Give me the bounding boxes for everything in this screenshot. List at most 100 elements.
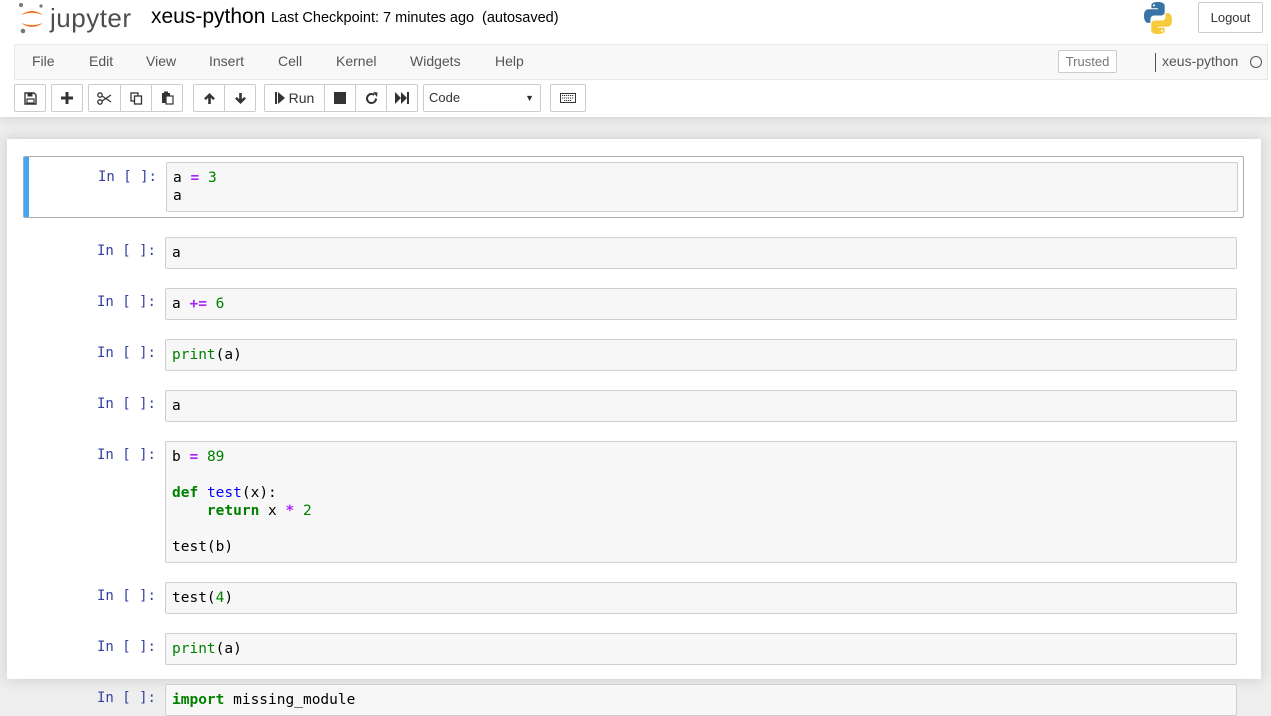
move-up-button[interactable] xyxy=(193,84,225,112)
menu-kernel[interactable]: Kernel xyxy=(336,45,376,79)
python-kernel-logo-icon xyxy=(1144,2,1172,35)
command-palette-button[interactable] xyxy=(550,84,586,112)
run-all-button[interactable] xyxy=(386,84,418,112)
input-prompt: In [ ]: xyxy=(96,396,156,412)
trusted-badge[interactable]: Trusted xyxy=(1058,50,1117,73)
kernel-name: xeus-python xyxy=(1162,53,1239,69)
insert-group xyxy=(51,84,83,112)
code-line: return x * 2 xyxy=(206,503,312,519)
input-prompt: In [ ]: xyxy=(96,690,156,706)
save-icon xyxy=(23,91,37,105)
command-palette-group xyxy=(550,84,586,112)
code-cell[interactable]: In [ ]: print(a) xyxy=(23,633,1244,665)
restart-button[interactable] xyxy=(355,84,387,112)
move-group xyxy=(193,84,256,112)
input-prompt: In [ ]: xyxy=(97,169,157,185)
menu-widgets[interactable]: Widgets xyxy=(410,45,461,79)
code-cell[interactable]: In [ ]: a += 6 xyxy=(23,288,1244,320)
keyboard-icon xyxy=(560,93,576,103)
save-group xyxy=(14,84,46,112)
move-down-button[interactable] xyxy=(224,84,256,112)
menu-cell[interactable]: Cell xyxy=(278,45,302,79)
code-cell[interactable]: In [ ]: test(4) xyxy=(23,582,1244,614)
code-line: a += 6 xyxy=(172,296,225,312)
interrupt-button[interactable] xyxy=(324,84,356,112)
code-editor[interactable]: a = 3 a xyxy=(166,162,1238,212)
code-line: import missing_module xyxy=(172,692,356,708)
code-editor[interactable]: a xyxy=(165,390,1237,422)
code-editor[interactable]: test(4) xyxy=(165,582,1237,614)
code-line: print(a) xyxy=(172,641,242,657)
arrow-down-icon xyxy=(234,92,246,104)
input-prompt: In [ ]: xyxy=(96,345,156,361)
code-line: a = 3 xyxy=(173,170,217,186)
fast-forward-icon xyxy=(395,92,409,104)
cell-type-select[interactable]: Code ▼ xyxy=(423,84,541,112)
code-line: def test(x): xyxy=(172,485,277,501)
code-cell[interactable]: In [ ]: print(a) xyxy=(23,339,1244,371)
copy-button[interactable] xyxy=(120,84,152,112)
input-prompt: In [ ]: xyxy=(96,294,156,310)
cell-type-value: Code xyxy=(429,90,461,105)
menu-help[interactable]: Help xyxy=(495,45,524,79)
code-editor[interactable]: a += 6 xyxy=(165,288,1237,320)
checkpoint-status: Last Checkpoint: 7 minutes ago xyxy=(271,10,475,26)
code-line: a xyxy=(172,245,181,261)
top-bar: jupyter xeus-python Last Checkpoint: 7 m… xyxy=(0,0,1271,44)
code-line: print(a) xyxy=(172,347,242,363)
code-cell[interactable]: In [ ]: b = 89 def test(x): return x * 2 te… xyxy=(23,441,1244,563)
menu-insert[interactable]: Insert xyxy=(209,45,244,79)
restart-icon xyxy=(365,91,377,104)
paste-button[interactable] xyxy=(151,84,183,112)
insert-cell-button[interactable] xyxy=(51,84,83,112)
autosave-status: (autosaved) xyxy=(482,10,559,26)
code-cell[interactable]: In [ ]: a = 3 a xyxy=(23,156,1244,218)
notebook-name[interactable]: xeus-python xyxy=(151,5,265,29)
step-forward-icon xyxy=(274,92,285,104)
code-line: test(b) xyxy=(172,539,234,555)
code-line: a xyxy=(173,188,182,204)
code-editor[interactable]: print(a) xyxy=(165,633,1237,665)
clipboard-group xyxy=(88,84,183,112)
code-line: test(4) xyxy=(172,590,234,606)
menu-file[interactable]: File xyxy=(32,45,55,79)
code-line: b = 89 xyxy=(172,449,225,465)
logout-button[interactable]: Logout xyxy=(1198,2,1263,33)
cut-button[interactable] xyxy=(88,84,121,112)
run-button[interactable]: Run xyxy=(264,84,325,112)
logo-text: jupyter xyxy=(50,2,132,33)
menu-view[interactable]: View xyxy=(146,45,176,79)
scissors-icon xyxy=(97,91,112,105)
code-editor[interactable]: a xyxy=(165,237,1237,269)
kernel-separator xyxy=(1155,53,1156,72)
input-prompt: In [ ]: xyxy=(96,588,156,604)
header: jupyter xeus-python Last Checkpoint: 7 m… xyxy=(0,0,1271,117)
kernel-idle-icon xyxy=(1250,56,1262,68)
save-button[interactable] xyxy=(14,84,46,112)
copy-icon xyxy=(129,91,142,105)
input-prompt: In [ ]: xyxy=(96,243,156,259)
code-editor[interactable]: import missing_module xyxy=(165,684,1237,716)
jupyter-logo-icon xyxy=(19,3,43,34)
code-line: a xyxy=(172,398,181,414)
paste-icon xyxy=(161,91,174,105)
chevron-down-icon: ▼ xyxy=(525,93,534,103)
plus-icon xyxy=(61,92,73,104)
jupyter-logo[interactable]: jupyter xyxy=(18,2,132,34)
input-prompt: In [ ]: xyxy=(96,447,156,463)
code-cell[interactable]: In [ ]: import missing_module xyxy=(23,684,1244,716)
code-editor[interactable]: b = 89 def test(x): return x * 2 test(b) xyxy=(165,441,1237,563)
run-label: Run xyxy=(288,90,315,106)
notebook-container: In [ ]: a = 3 a In [ ]: a In [ ]: a += 6 In [ ]… xyxy=(7,139,1261,716)
arrow-up-icon xyxy=(203,92,215,104)
code-cell[interactable]: In [ ]: a xyxy=(23,390,1244,422)
stop-icon xyxy=(334,92,346,104)
toolbar: Run Code ▼ xyxy=(0,82,1271,116)
menubar: File Edit View Insert Cell Kernel Widget… xyxy=(14,44,1268,80)
code-cell[interactable]: In [ ]: a xyxy=(23,237,1244,269)
code-editor[interactable]: print(a) xyxy=(165,339,1237,371)
menu-edit[interactable]: Edit xyxy=(89,45,113,79)
input-prompt: In [ ]: xyxy=(96,639,156,655)
